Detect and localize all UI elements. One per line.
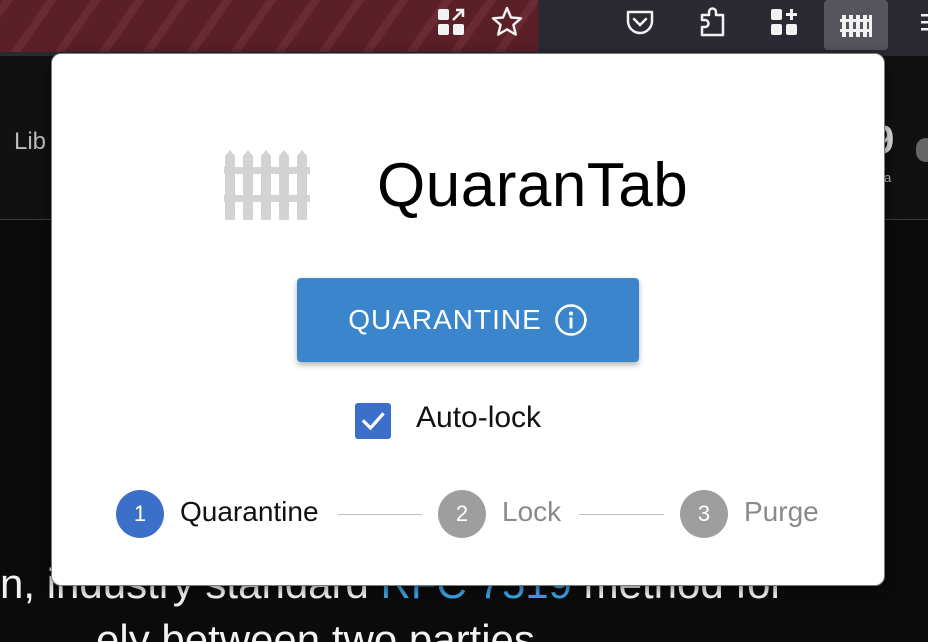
pocket-icon[interactable] — [622, 4, 658, 40]
app-title: QuaranTab — [377, 151, 689, 220]
step-3-circle: 3 — [680, 490, 728, 538]
step-connector — [579, 514, 664, 515]
step-3-label: Purge — [744, 496, 819, 527]
bookmark-star-icon[interactable] — [489, 4, 525, 40]
page-body-text-line2: ely between two parties. — [96, 616, 547, 642]
quarantab-popup: QuaranTab QUARANTINE Auto-lock 1 Quarant… — [51, 53, 885, 586]
page-nav-text[interactable]: Lib — [14, 128, 46, 156]
info-icon[interactable] — [554, 303, 588, 337]
extensions-grid-icon[interactable] — [433, 4, 469, 40]
page-right-caption: a — [884, 170, 892, 185]
quarantine-button[interactable]: QUARANTINE — [297, 278, 639, 362]
fence-logo-icon — [224, 148, 310, 220]
autolock-checkbox[interactable] — [355, 403, 391, 439]
page-toggle[interactable] — [916, 138, 928, 162]
step-2-circle: 2 — [438, 490, 486, 538]
step-2-label: Lock — [502, 496, 562, 527]
quarantine-button-label: QUARANTINE — [348, 304, 542, 335]
menu-icon[interactable] — [906, 4, 928, 40]
step-1-circle: 1 — [116, 490, 164, 538]
browser-toolbar — [0, 0, 928, 56]
step-1-label: Quarantine — [180, 496, 319, 527]
quarantab-fence-icon[interactable] — [824, 0, 888, 50]
check-icon — [361, 412, 385, 431]
step-connector — [338, 514, 422, 515]
add-grid-icon[interactable] — [766, 4, 802, 40]
autolock-label[interactable]: Auto-lock — [416, 401, 541, 435]
extensions-puzzle-icon[interactable] — [695, 4, 731, 40]
